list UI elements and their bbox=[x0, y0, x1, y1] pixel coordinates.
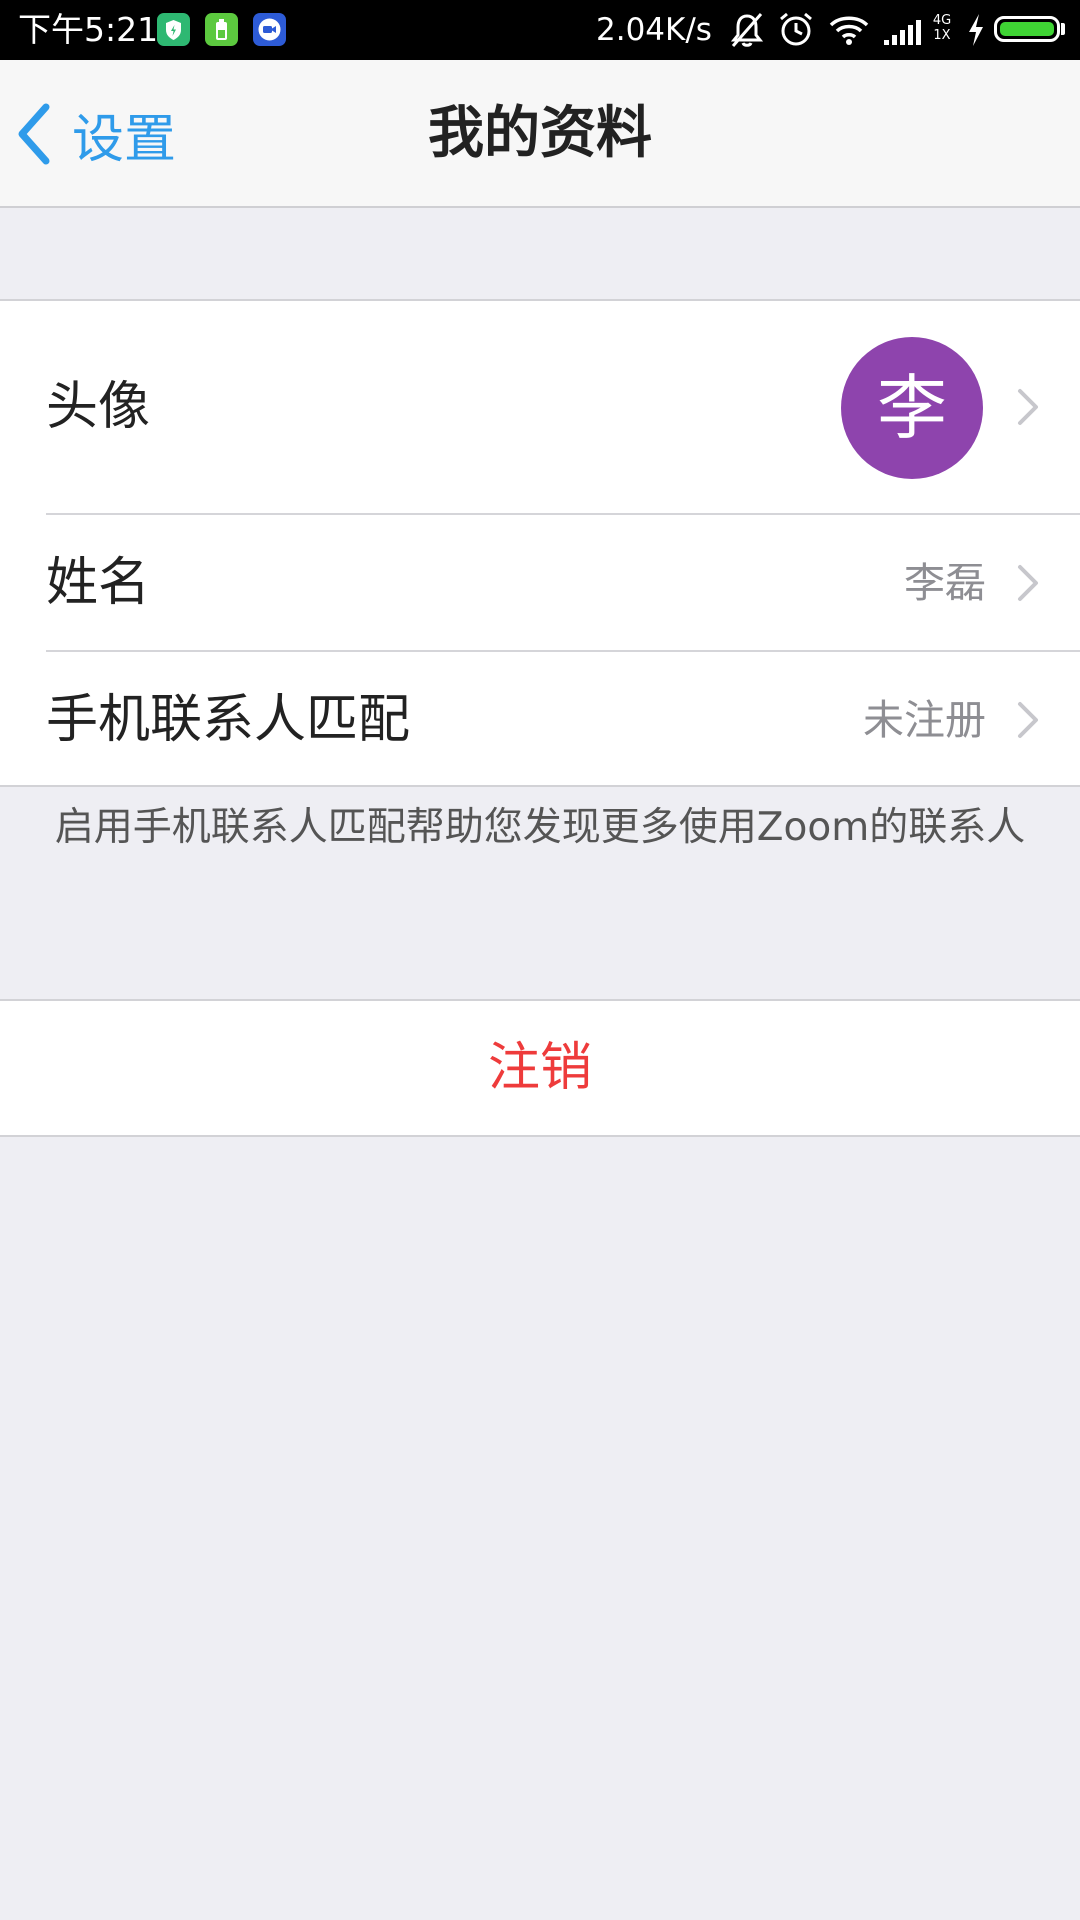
name-value: 李磊 bbox=[904, 559, 986, 607]
chevron-right-icon bbox=[1016, 563, 1040, 603]
status-bar: 下午5:21 2.04K/s 4G 1X bbox=[0, 0, 1080, 60]
chevron-right-icon bbox=[1016, 700, 1040, 740]
logout-label: 注销 bbox=[487, 1038, 592, 1098]
charging-icon bbox=[965, 10, 987, 50]
contacts-match-row[interactable]: 手机联系人匹配 未注册 bbox=[0, 652, 1080, 787]
bell-muted-icon bbox=[729, 10, 765, 50]
shield-app-icon bbox=[157, 13, 190, 46]
logout-button[interactable]: 注销 bbox=[0, 999, 1080, 1137]
signal-icon bbox=[884, 10, 926, 50]
avatar[interactable]: 李 bbox=[841, 337, 983, 479]
name-row-label: 姓名 bbox=[46, 553, 151, 613]
network-speed: 2.04K/s bbox=[596, 12, 712, 48]
battery-level bbox=[1000, 22, 1054, 36]
alarm-icon bbox=[777, 10, 815, 50]
battery-app-icon bbox=[205, 13, 238, 46]
contacts-match-label: 手机联系人匹配 bbox=[46, 690, 411, 750]
network-type-bottom: 1X bbox=[933, 28, 951, 43]
battery-icon bbox=[994, 16, 1060, 42]
contacts-match-hint: 启用手机联系人匹配帮助您发现更多使用Zoom的联系人 bbox=[54, 805, 1026, 850]
avatar-row-label: 头像 bbox=[46, 377, 151, 437]
contacts-match-value: 未注册 bbox=[863, 696, 986, 744]
page-title: 我的资料 bbox=[428, 101, 652, 166]
name-row[interactable]: 姓名 李磊 bbox=[0, 515, 1080, 651]
wifi-icon bbox=[828, 10, 870, 50]
zoom-app-icon bbox=[253, 13, 286, 46]
nav-bar: 设置 我的资料 bbox=[0, 60, 1080, 208]
profile-list: 头像 李 姓名 李磊 手机联系人匹配 未注册 bbox=[0, 299, 1080, 787]
network-type-top: 4G bbox=[932, 13, 952, 28]
status-time: 下午5:21 bbox=[18, 10, 159, 49]
avatar-row[interactable]: 头像 李 bbox=[0, 301, 1080, 514]
chevron-right-icon bbox=[1016, 387, 1040, 427]
network-type: 4G 1X bbox=[930, 13, 954, 43]
battery-tip bbox=[1061, 23, 1065, 35]
